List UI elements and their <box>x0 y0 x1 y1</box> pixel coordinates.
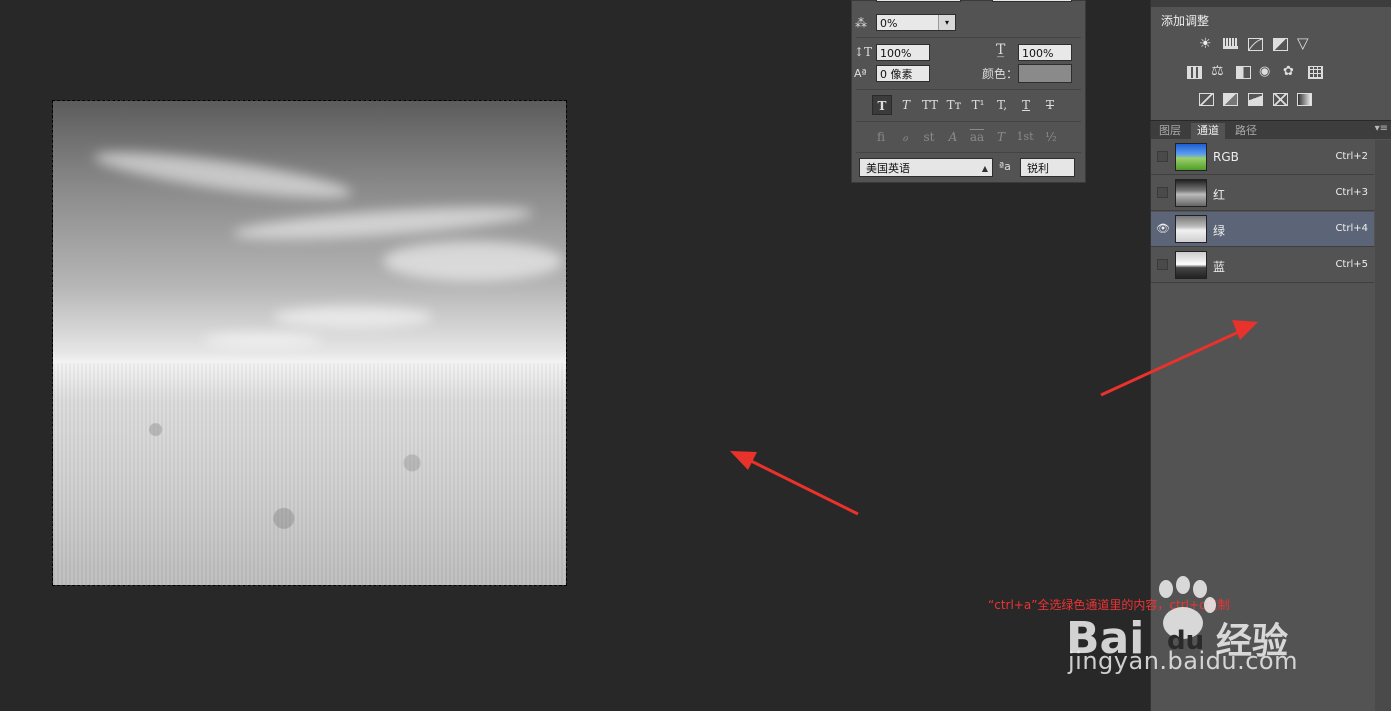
arrow-to-channels <box>1100 320 1258 397</box>
annotation-text: “ctrl+a”全选绿色通道里的内容，ctrl+c复制 <box>988 598 1230 612</box>
arrow-to-canvas <box>730 451 859 516</box>
watermark-url: jingyan.baidu.com <box>1068 647 1298 675</box>
